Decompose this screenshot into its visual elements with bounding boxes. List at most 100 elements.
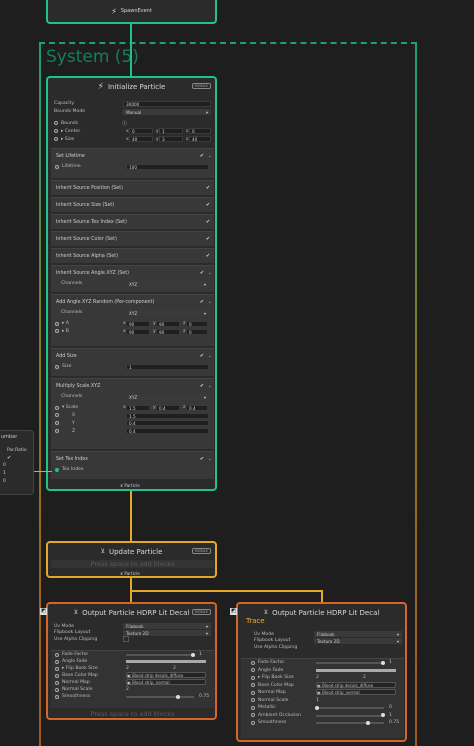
input-port[interactable]	[55, 364, 59, 369]
multiply-scale-block[interactable]: Multiply Scale.XYZ ✔ ⌄ Channels XYZ ▾ ▾ Sca…	[51, 378, 214, 449]
center-x-field[interactable]: 0	[129, 128, 153, 135]
add-angle-random-block[interactable]: Add Angle.XYZ Random (Per-component) ✔ ⌄ C…	[51, 294, 214, 346]
normal-map-field[interactable]: ▣ Blood strip_normal	[126, 679, 206, 685]
fade-factor-slider[interactable]	[316, 662, 384, 664]
enabled-checkbox[interactable]: ✔	[205, 185, 211, 191]
enabled-checkbox[interactable]: ✔	[199, 383, 205, 389]
input-port[interactable]	[54, 121, 58, 126]
channels-dropdown[interactable]: XYZ ▾	[126, 394, 209, 400]
input-port[interactable]	[251, 660, 255, 665]
ambient-occlusion-value[interactable]: 1	[389, 713, 392, 718]
input-port[interactable]	[251, 720, 255, 725]
fade-factor-value[interactable]: 1	[389, 660, 392, 665]
input-port[interactable]	[54, 137, 58, 142]
inherit-alpha-block[interactable]: Inherit Source Alpha (Set) ✔	[51, 248, 214, 263]
flip-book-size-y[interactable]: 2	[173, 666, 176, 671]
angle-a-y-field[interactable]: 90	[156, 320, 180, 327]
set-tex-index-block[interactable]: Set Tex Index ✔ ⌄ Tex Index	[51, 451, 214, 479]
input-port[interactable]	[55, 164, 59, 169]
add-size-block[interactable]: Add Size ✔ ⌄ Size 1	[51, 348, 214, 376]
input-port[interactable]	[55, 321, 59, 326]
input-port[interactable]	[55, 652, 59, 657]
input-port[interactable]	[251, 713, 255, 718]
node-header[interactable]: ⚡ Initialize Particle MOBILE	[48, 78, 215, 95]
slider-knob[interactable]	[191, 652, 195, 657]
input-port[interactable]	[251, 675, 255, 680]
fade-factor-value[interactable]: 1	[199, 652, 202, 657]
input-port[interactable]	[55, 405, 59, 410]
angle-a-x-field[interactable]: 90	[126, 320, 150, 327]
input-port[interactable]	[251, 683, 255, 688]
enabled-checkbox[interactable]: ✔	[199, 353, 205, 359]
capacity-field[interactable]: 30000	[123, 101, 211, 107]
ambient-occlusion-slider[interactable]	[316, 714, 384, 717]
input-port[interactable]	[251, 705, 255, 710]
chevron-down-icon[interactable]: ⌄	[208, 456, 212, 462]
input-port[interactable]	[251, 668, 255, 673]
scale-x-value-field[interactable]: 1.5	[126, 412, 209, 419]
slider-knob[interactable]	[366, 720, 370, 725]
node-header[interactable]: ◩ ⊻ Output Particle HDRP Lit Decal MOBIL…	[40, 604, 215, 621]
angle-a-z-field[interactable]: 0	[186, 320, 208, 327]
alpha-clipping-checkbox[interactable]	[123, 636, 129, 642]
flip-book-size-x[interactable]: 2	[316, 675, 319, 680]
particle-output-flow[interactable]: ⊻ Particle	[120, 571, 140, 576]
angle-b-y-field[interactable]: 90	[156, 328, 180, 335]
input-port[interactable]	[55, 329, 59, 334]
initialize-particle-node[interactable]: ⚡ Initialize Particle MOBILE Capacity 30…	[46, 76, 217, 491]
base-color-map-field[interactable]: ▣ Blood strip decals_diffuse	[126, 672, 206, 678]
add-blocks-placeholder[interactable]: Press space to add blocks	[51, 710, 214, 718]
scale-z-value-field[interactable]: 0.4	[126, 428, 209, 435]
inherit-color-block[interactable]: Inherit Source Color (Set) ✔	[51, 231, 214, 246]
slider-knob[interactable]	[176, 694, 180, 699]
number-node[interactable]: umber Par.Ratio ✔ 0 1 0	[0, 430, 34, 495]
input-port[interactable]	[55, 429, 59, 434]
inherit-size-block[interactable]: Inherit Source Size (Set) ✔	[51, 197, 214, 212]
flip-book-size-x[interactable]: 2	[126, 666, 129, 671]
chevron-down-icon[interactable]: ⌄	[208, 353, 212, 359]
center-z-field[interactable]: 0	[189, 128, 211, 135]
scale-x-field[interactable]: 1.5	[126, 404, 150, 411]
input-port[interactable]	[55, 666, 59, 671]
input-port[interactable]	[55, 421, 59, 426]
angle-fade-slider[interactable]	[316, 668, 396, 672]
enabled-checkbox[interactable]: ✔	[205, 202, 211, 208]
lifetime-field[interactable]: 100	[126, 164, 209, 170]
chevron-down-icon[interactable]: ⌄	[208, 270, 212, 276]
input-port[interactable]	[55, 659, 59, 664]
inherit-angle-block[interactable]: Inherit Source Angle.XYZ (Set) ✔ ⌄ Channel…	[51, 265, 214, 292]
input-port[interactable]	[55, 467, 59, 472]
enabled-checkbox[interactable]: ✔	[205, 253, 211, 259]
angle-b-z-field[interactable]: 0	[186, 328, 208, 335]
coordinate-space-icon[interactable]: ⓛ	[122, 120, 127, 127]
node-header[interactable]: ⊻ Update Particle MOBILE	[48, 543, 215, 560]
output-decal-node-1[interactable]: ◩ ⊻ Output Particle HDRP Lit Decal MOBIL…	[40, 602, 217, 720]
size-y-field[interactable]: 3	[159, 136, 183, 143]
set-lifetime-block[interactable]: Set Lifetime ✔ ⌄ Lifetime 100	[51, 148, 214, 178]
chevron-down-icon[interactable]: ⌄	[208, 383, 212, 389]
input-port[interactable]	[55, 413, 59, 418]
smoothness-slider[interactable]	[316, 722, 384, 724]
size-z-field[interactable]: 40	[189, 136, 211, 143]
enabled-checkbox[interactable]: ✔	[205, 219, 211, 225]
chevron-down-icon[interactable]: ⌄	[208, 299, 212, 305]
scale-y-field[interactable]: 0.4	[156, 404, 180, 411]
update-particle-node[interactable]: ⊻ Update Particle MOBILE Press space to …	[46, 541, 217, 578]
normal-scale-value[interactable]: 2	[126, 687, 129, 692]
input-port[interactable]	[55, 687, 59, 692]
inherit-tex-index-block[interactable]: Inherit Source Tex Index (Set) ✔	[51, 214, 214, 229]
uv-mode-dropdown[interactable]: Flipbook ▾	[314, 631, 402, 637]
center-y-field[interactable]: 1	[159, 128, 183, 135]
input-port[interactable]	[55, 694, 59, 699]
system-title[interactable]: System (5)	[46, 47, 139, 67]
add-blocks-placeholder[interactable]: Press space to add blocks	[51, 560, 214, 568]
scale-y-value-field[interactable]: 0.4	[126, 420, 209, 427]
metallic-slider[interactable]	[316, 707, 384, 709]
input-port[interactable]	[251, 698, 255, 703]
inherit-position-block[interactable]: Inherit Source Position (Set) ✔	[51, 180, 214, 195]
fade-factor-slider[interactable]	[126, 654, 194, 656]
enabled-checkbox[interactable]: ✔	[199, 153, 205, 159]
scale-z-field[interactable]: 0.4	[186, 404, 208, 411]
input-port[interactable]	[251, 690, 255, 695]
base-color-map-field[interactable]: ▣ Blood strip decals_diffuse	[316, 681, 396, 688]
